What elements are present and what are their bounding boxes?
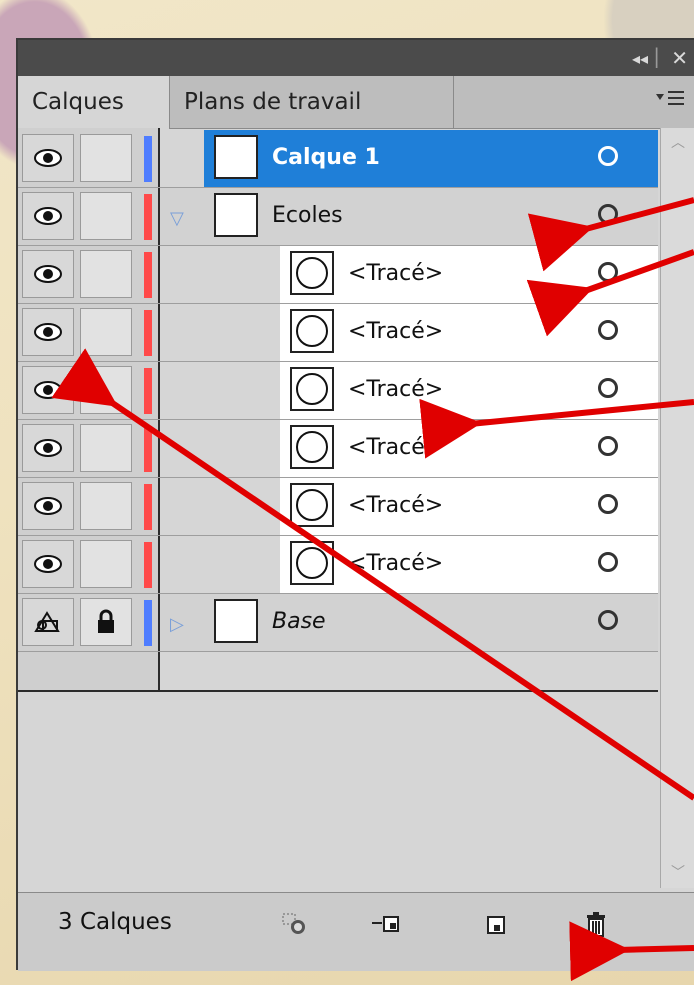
target-circle-icon[interactable] [598, 320, 618, 340]
empty-list-area [18, 690, 658, 892]
expand-triangle-closed-icon[interactable]: ▷ [170, 614, 184, 635]
panel-titlebar[interactable]: ◂◂ | ✕ [18, 40, 694, 77]
layer-name[interactable]: Ecoles [272, 188, 343, 246]
eye-icon[interactable] [22, 424, 74, 472]
layer-color-swatch [144, 310, 152, 356]
lock-toggle[interactable] [80, 366, 132, 414]
layer-thumbnail [290, 251, 334, 295]
eye-icon[interactable] [22, 192, 74, 240]
layer-color-swatch [144, 426, 152, 472]
lock-toggle[interactable] [80, 134, 132, 182]
layer-thumbnail [290, 541, 334, 585]
new-layer-icon[interactable] [484, 911, 510, 943]
layer-name[interactable]: <Tracé> [348, 362, 443, 420]
expand-triangle-open-icon[interactable]: ▽ [170, 208, 184, 229]
layer-count: 3 Calques [58, 909, 172, 935]
lock-toggle[interactable] [80, 308, 132, 356]
layer-row[interactable]: ▷ Base [18, 594, 658, 652]
tab-plans-de-travail[interactable]: Plans de travail [170, 76, 454, 128]
layer-content[interactable]: <Tracé> [160, 478, 658, 536]
make-clipping-mask-icon[interactable] [370, 911, 402, 943]
lock-toggle[interactable] [80, 540, 132, 588]
layer-color-swatch [144, 484, 152, 530]
target-circle-icon[interactable] [598, 146, 618, 166]
layer-name[interactable]: <Tracé> [348, 478, 443, 536]
layer-content[interactable]: <Tracé> [160, 362, 658, 420]
lock-toggle[interactable] [80, 424, 132, 472]
collapse-icon[interactable]: ◂◂ [632, 49, 648, 68]
target-circle-icon[interactable] [598, 552, 618, 572]
scrollbar[interactable]: ︿ ﹀ [660, 128, 694, 888]
layer-color-swatch [144, 252, 152, 298]
layer-color-swatch [144, 194, 152, 240]
close-icon[interactable]: ✕ [671, 46, 688, 70]
lock-toggle[interactable] [80, 250, 132, 298]
layers-panel: ◂◂ | ✕ Calques Plans de travail Calque 1… [16, 38, 694, 971]
template-icon[interactable] [22, 598, 74, 646]
eye-icon[interactable] [22, 540, 74, 588]
layer-name[interactable]: Base [272, 594, 326, 652]
layer-list: Calque 1 ▽ Ecoles <Tracé> <Tracé> <Tracé> <Tra… [18, 128, 658, 690]
layer-name[interactable]: Calque 1 [272, 130, 380, 188]
lock-icon[interactable] [80, 598, 132, 646]
panel-tabs: Calques Plans de travail [18, 76, 694, 129]
layer-thumbnail [290, 483, 334, 527]
layer-row[interactable]: <Tracé> [18, 536, 658, 594]
titlebar-divider: | [653, 44, 660, 68]
layer-content[interactable]: Calque 1 [160, 130, 658, 188]
target-circle-icon[interactable] [598, 494, 618, 514]
layer-name[interactable]: <Tracé> [348, 246, 443, 304]
target-circle-icon[interactable] [598, 204, 618, 224]
layer-row[interactable]: <Tracé> [18, 246, 658, 304]
layer-color-swatch [144, 542, 152, 588]
target-circle-icon[interactable] [598, 262, 618, 282]
eye-icon[interactable] [22, 308, 74, 356]
layer-row[interactable]: <Tracé> [18, 420, 658, 478]
panel-footer: 3 Calques [18, 892, 694, 971]
layer-content[interactable]: <Tracé> [160, 246, 658, 304]
target-circle-icon[interactable] [598, 378, 618, 398]
layer-name[interactable]: <Tracé> [348, 536, 443, 594]
eye-icon[interactable] [22, 366, 74, 414]
layer-name[interactable]: <Tracé> [348, 304, 443, 362]
row-divider [18, 651, 658, 652]
layer-thumbnail [214, 599, 258, 643]
delete-icon[interactable] [584, 911, 608, 945]
layer-row[interactable]: <Tracé> [18, 304, 658, 362]
layer-content[interactable]: <Tracé> [160, 304, 658, 362]
layer-row[interactable]: <Tracé> [18, 362, 658, 420]
eye-icon[interactable] [22, 482, 74, 530]
target-circle-icon[interactable] [598, 436, 618, 456]
eye-icon[interactable] [22, 250, 74, 298]
target-circle-icon[interactable] [598, 610, 618, 630]
layer-thumbnail [290, 367, 334, 411]
lock-toggle[interactable] [80, 482, 132, 530]
layer-name[interactable]: <Tracé> [348, 420, 443, 478]
locate-object-icon[interactable] [280, 911, 310, 943]
tab-calques[interactable]: Calques [18, 76, 170, 129]
panel-menu-icon[interactable] [656, 88, 686, 114]
layer-content[interactable]: <Tracé> [160, 536, 658, 594]
layer-color-swatch [144, 600, 152, 646]
lock-toggle[interactable] [80, 192, 132, 240]
layer-thumbnail [290, 425, 334, 469]
scroll-down-icon[interactable]: ﹀ [671, 862, 685, 882]
layer-row[interactable]: Calque 1 [18, 130, 658, 188]
layer-row[interactable]: ▽ Ecoles [18, 188, 658, 246]
layer-row[interactable]: <Tracé> [18, 478, 658, 536]
scroll-up-icon[interactable]: ︿ [671, 132, 685, 152]
layer-content[interactable]: ▷ Base [160, 594, 658, 652]
layer-thumbnail [214, 193, 258, 237]
layer-color-swatch [144, 136, 152, 182]
layer-content[interactable]: <Tracé> [160, 420, 658, 478]
layer-content[interactable]: ▽ Ecoles [160, 188, 658, 246]
layer-thumbnail [290, 309, 334, 353]
eye-icon[interactable] [22, 134, 74, 182]
layer-thumbnail [214, 135, 258, 179]
layer-color-swatch [144, 368, 152, 414]
